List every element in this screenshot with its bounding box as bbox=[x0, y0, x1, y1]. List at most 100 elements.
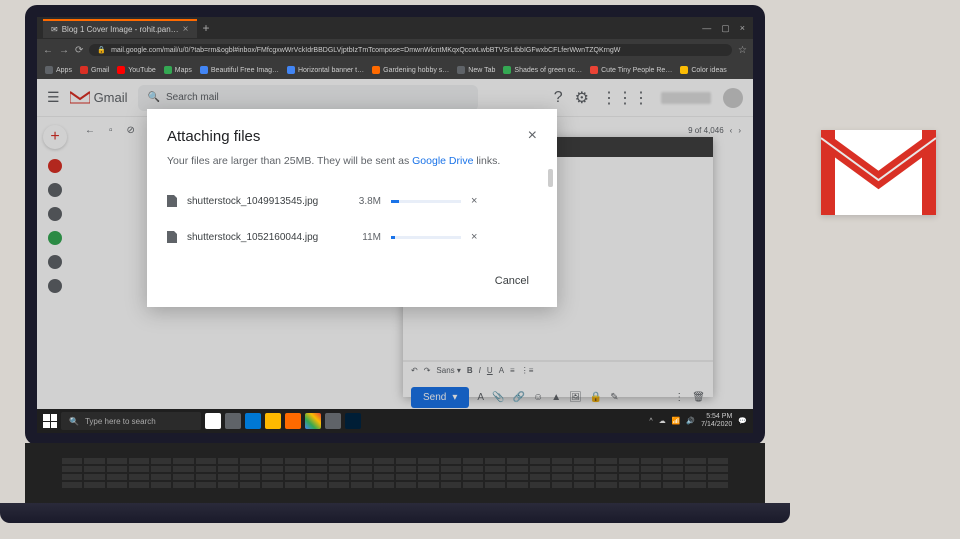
bookmark-item[interactable]: Shades of green oc… bbox=[503, 66, 582, 74]
dialog-scrollbar-thumb[interactable] bbox=[548, 169, 553, 187]
link-icon[interactable]: 🔗 bbox=[513, 392, 525, 403]
attach-icon[interactable]: 📎 bbox=[492, 392, 504, 403]
settings-icon[interactable]: ⚙ bbox=[575, 88, 589, 108]
drafts-icon[interactable] bbox=[48, 255, 62, 269]
taskbar-clock[interactable]: 5:54 PM 7/14/2020 bbox=[701, 413, 732, 428]
prev-icon[interactable]: ‹ bbox=[730, 126, 733, 135]
bookmark-label: Shades of green oc… bbox=[514, 67, 582, 74]
avatar[interactable] bbox=[723, 88, 743, 108]
dialog-close-icon[interactable]: × bbox=[528, 127, 537, 145]
send-dropdown-icon[interactable]: ▾ bbox=[452, 392, 457, 403]
align-icon[interactable]: ≡ bbox=[510, 366, 515, 375]
taskbar-search-placeholder: Type here to search bbox=[85, 417, 156, 426]
app-icon[interactable] bbox=[325, 413, 341, 429]
send-label: Send bbox=[423, 392, 446, 403]
report-spam-icon[interactable]: ⊘ bbox=[127, 125, 135, 136]
browser-tab[interactable]: ✉ Blog 1 Cover Image - rohit.pan… × bbox=[43, 19, 197, 38]
search-icon: 🔍 bbox=[148, 92, 160, 103]
back-icon[interactable]: ← bbox=[85, 125, 95, 136]
explorer-icon[interactable] bbox=[265, 413, 281, 429]
nav-reload-icon[interactable]: ⟳ bbox=[75, 45, 83, 56]
drive-icon[interactable]: ▲ bbox=[551, 392, 561, 403]
snoozed-icon[interactable] bbox=[48, 207, 62, 221]
inbox-icon[interactable] bbox=[48, 159, 62, 173]
bookmark-favicon bbox=[287, 66, 295, 74]
pen-icon[interactable]: ✎ bbox=[610, 392, 618, 403]
bookmark-item[interactable]: YouTube bbox=[117, 66, 156, 74]
chrome-icon[interactable] bbox=[305, 413, 321, 429]
taskbar-search[interactable]: 🔍 Type here to search bbox=[61, 412, 201, 430]
bookmark-item[interactable]: Cute Tiny People Re… bbox=[590, 66, 672, 74]
edge-icon[interactable] bbox=[245, 413, 261, 429]
window-maximize-icon[interactable]: ▢ bbox=[721, 23, 730, 34]
task-view-icon[interactable] bbox=[225, 413, 241, 429]
bookmark-item[interactable]: Color ideas bbox=[680, 66, 726, 74]
support-icon[interactable]: ? bbox=[554, 89, 563, 107]
bookmark-item[interactable]: New Tab bbox=[457, 66, 495, 74]
sent-icon[interactable] bbox=[48, 231, 62, 245]
emoji-icon[interactable]: ☺ bbox=[533, 392, 543, 403]
menu-icon[interactable]: ☰ bbox=[47, 89, 60, 106]
tray-volume-icon[interactable]: 🔊 bbox=[686, 417, 695, 425]
remove-file-icon[interactable]: × bbox=[471, 195, 477, 207]
window-minimize-icon[interactable]: — bbox=[702, 23, 711, 34]
google-drive-link[interactable]: Google Drive bbox=[412, 155, 473, 167]
tray-wifi-icon[interactable]: 📶 bbox=[672, 417, 681, 425]
browser-tab-strip: ✉ Blog 1 Cover Image - rohit.pan… × + — … bbox=[37, 17, 753, 39]
bookmarks-bar: Apps Gmail YouTube Maps Beautiful Free Imag…… bbox=[37, 61, 753, 79]
nav-back-icon[interactable]: ← bbox=[43, 45, 53, 56]
undo-icon[interactable]: ↶ bbox=[411, 366, 418, 375]
next-icon[interactable]: › bbox=[738, 126, 741, 135]
compose-button[interactable]: + bbox=[43, 125, 67, 149]
font-select[interactable]: Sans ▾ bbox=[436, 366, 460, 375]
cancel-button[interactable]: Cancel bbox=[487, 269, 537, 293]
bookmark-item[interactable]: Apps bbox=[45, 66, 72, 74]
discard-icon[interactable]: 🗑 bbox=[692, 392, 705, 403]
bookmark-star-icon[interactable]: ☆ bbox=[738, 45, 747, 56]
underline-icon[interactable]: U bbox=[487, 366, 493, 375]
bold-icon[interactable]: B bbox=[467, 366, 473, 375]
remove-file-icon[interactable]: × bbox=[471, 231, 477, 243]
tray-cloud-icon[interactable]: ☁ bbox=[659, 417, 666, 425]
gmail-logo-large bbox=[821, 130, 936, 215]
nav-forward-icon: → bbox=[59, 45, 69, 56]
cortana-icon[interactable] bbox=[205, 413, 221, 429]
taskbar-date: 7/14/2020 bbox=[701, 421, 732, 429]
archive-icon[interactable]: ▫ bbox=[109, 125, 113, 136]
search-input[interactable]: 🔍 Search mail bbox=[138, 85, 478, 111]
starred-icon[interactable] bbox=[48, 183, 62, 197]
start-button[interactable] bbox=[43, 414, 57, 428]
tray-up-icon[interactable]: ^ bbox=[649, 418, 652, 425]
bookmark-favicon bbox=[80, 66, 88, 74]
send-button[interactable]: Send ▾ bbox=[411, 387, 469, 408]
dialog-title: Attaching files bbox=[167, 128, 260, 145]
redo-icon[interactable]: ↷ bbox=[424, 366, 431, 375]
more-icon[interactable]: ⋮ bbox=[674, 392, 684, 403]
illustrator-icon[interactable] bbox=[285, 413, 301, 429]
format-icon[interactable]: A bbox=[477, 392, 484, 403]
lock-icon[interactable]: 🔒 bbox=[590, 392, 602, 403]
bookmark-item[interactable]: Gardening hobby s… bbox=[372, 66, 449, 74]
bookmark-item[interactable]: Gmail bbox=[80, 66, 109, 74]
bookmark-item[interactable]: Beautiful Free Imag… bbox=[200, 66, 279, 74]
new-tab-button[interactable]: + bbox=[203, 21, 210, 35]
bookmark-item[interactable]: Horizontal banner t… bbox=[287, 66, 364, 74]
url-input[interactable]: 🔒 mail.google.com/mail/u/0/?tab=rm&ogbl#… bbox=[89, 44, 732, 56]
bookmark-label: Beautiful Free Imag… bbox=[211, 67, 279, 74]
more-icon[interactable] bbox=[48, 279, 62, 293]
file-row: shutterstock_1049913545.jpg 3.8M × bbox=[167, 189, 537, 225]
image-icon[interactable]: 🖼 bbox=[569, 392, 582, 403]
text-color-icon[interactable]: A bbox=[499, 366, 504, 375]
italic-icon[interactable]: I bbox=[479, 366, 481, 375]
list-icon[interactable]: ⋮≡ bbox=[521, 366, 534, 375]
url-text: mail.google.com/mail/u/0/?tab=rm&ogbl#in… bbox=[111, 47, 620, 54]
window-close-icon[interactable]: × bbox=[740, 23, 745, 34]
file-row: shutterstock_1052160044.jpg 11M × bbox=[167, 225, 537, 261]
bookmark-item[interactable]: Maps bbox=[164, 66, 192, 74]
apps-grid-icon[interactable]: ⋮⋮⋮ bbox=[601, 88, 649, 108]
notifications-icon[interactable]: 💬 bbox=[738, 417, 747, 425]
file-size: 3.8M bbox=[347, 196, 381, 207]
tab-favicon: ✉ bbox=[51, 25, 58, 34]
photoshop-icon[interactable] bbox=[345, 413, 361, 429]
close-tab-icon[interactable]: × bbox=[183, 24, 189, 35]
